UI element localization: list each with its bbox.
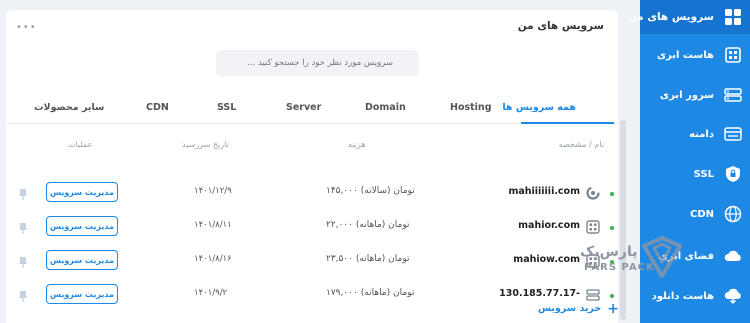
service-cost: ۱۷۹,۰۰۰ تومان (ماهانه) — [326, 288, 415, 298]
column-header-due-date: تاریخ سررسید — [182, 140, 229, 149]
service-cost: ۲۳,۵۰۰ تومان (ماهانه) — [326, 254, 410, 264]
service-name: mahiow.com — [513, 254, 580, 265]
domain-service-icon — [586, 219, 600, 234]
pin-icon[interactable] — [18, 253, 28, 268]
manage-service-button[interactable]: مدیریت سرویس — [46, 182, 118, 202]
table-row: 130.185.77.17- ۱۷۹,۰۰۰ تومان (ماهانه) ۱۴… — [6, 282, 618, 316]
table-row: mahiow.com ۲۳,۵۰۰ تومان (ماهانه) ۱۴۰۱/۸/… — [6, 248, 618, 282]
lock-icon — [724, 165, 742, 183]
pin-icon[interactable] — [18, 287, 28, 302]
sidebar-item-cloud-host[interactable]: هاست ابری — [642, 41, 742, 69]
watermark-text: پارس‌پک — [580, 244, 638, 260]
watermark-subtext: PARS PACK — [584, 262, 655, 273]
tab-all-services[interactable]: همه سرویس ها — [502, 102, 576, 113]
table-row: mahiiiiiii.com ۱۴۵,۰۰۰ تومان (سالانه) ۱۴… — [6, 180, 618, 214]
sidebar-item-cloud-server[interactable]: سرور ابری — [642, 81, 742, 109]
cloud-host-icon — [724, 46, 742, 64]
service-name: mahior.com — [518, 220, 580, 231]
service-due-date: ۱۴۰۱/۱۲/۹ — [194, 186, 232, 196]
service-name: mahiiiiiii.com — [508, 186, 580, 197]
active-tab-indicator — [521, 122, 614, 124]
service-name: 130.185.77.17- — [499, 288, 580, 299]
status-dot — [610, 192, 614, 196]
column-header-operations: عملیات — [68, 140, 93, 149]
services-card: سرویس های من ••• همه سرویس ها Hosting Do… — [6, 10, 618, 323]
manage-service-button[interactable]: مدیریت سرویس — [46, 284, 118, 304]
sidebar-item-label: دامنه — [689, 128, 714, 140]
plus-icon: + — [607, 300, 620, 317]
sidebar-item-label: سرویس های من — [627, 11, 714, 23]
sidebar-item-label: SSL — [693, 168, 714, 180]
pin-icon[interactable] — [18, 185, 28, 200]
tab-hosting[interactable]: Hosting — [450, 102, 492, 113]
buy-service-button[interactable]: خرید سرویس + — [538, 300, 620, 317]
service-due-date: ۱۴۰۱/۹/۲ — [194, 288, 228, 298]
sidebar-item-cdn[interactable]: CDN — [642, 200, 742, 228]
tab-other-products[interactable]: سایر محصولات — [34, 102, 104, 113]
domain-icon — [724, 125, 742, 143]
hosting-service-icon — [586, 185, 600, 200]
grid-icon — [724, 8, 742, 26]
search-input[interactable] — [216, 50, 419, 76]
service-due-date: ۱۴۰۱/۸/۱۶ — [194, 254, 232, 264]
tab-cdn[interactable]: CDN — [146, 102, 169, 113]
pin-icon[interactable] — [18, 219, 28, 234]
service-cost: ۲۲,۰۰۰ تومان (ماهانه) — [326, 220, 410, 230]
buy-service-label: خرید سرویس — [538, 303, 602, 314]
sidebar-item-domain[interactable]: دامنه — [642, 120, 742, 148]
column-header-cost: هزینه — [348, 140, 366, 149]
globe-icon — [724, 205, 742, 223]
service-cost: ۱۴۵,۰۰۰ تومان (سالانه) — [326, 186, 415, 196]
cloud-storage-icon — [724, 247, 742, 265]
sidebar-item-label: هاست ابری — [656, 49, 714, 61]
page-title: سرویس های من — [517, 20, 604, 32]
service-due-date: ۱۴۰۱/۸/۱۱ — [194, 220, 232, 230]
server-icon — [724, 86, 742, 104]
status-dot — [610, 226, 614, 230]
tab-domain[interactable]: Domain — [365, 102, 406, 113]
table-row: mahior.com ۲۲,۰۰۰ تومان (ماهانه) ۱۴۰۱/۸/… — [6, 214, 618, 248]
column-header-name: نام / مشخصه — [558, 140, 604, 149]
manage-service-button[interactable]: مدیریت سرویس — [46, 250, 118, 270]
sidebar-item-ssl[interactable]: SSL — [642, 160, 742, 188]
more-options-icon[interactable]: ••• — [16, 22, 37, 33]
sidebar-item-label: سرور ابری — [659, 89, 714, 101]
manage-service-button[interactable]: مدیریت سرویس — [46, 216, 118, 236]
sidebar-item-label: CDN — [689, 208, 714, 220]
download-host-icon — [724, 287, 742, 305]
tab-ssl[interactable]: SSL — [217, 102, 236, 113]
tab-server[interactable]: Server — [286, 102, 321, 113]
sidebar-item-my-services[interactable]: سرویس های من — [628, 3, 742, 31]
tab-bar: همه سرویس ها Hosting Domain Server SSL C… — [6, 96, 618, 124]
